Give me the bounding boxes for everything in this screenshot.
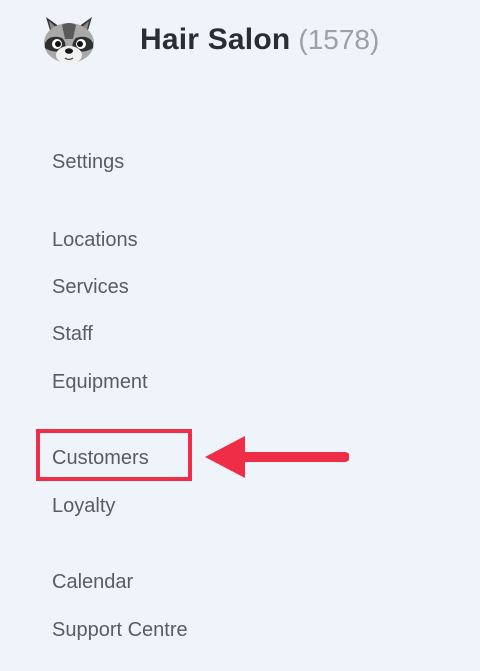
- customer-count: (1578): [298, 24, 380, 55]
- nav-item-calendar[interactable]: Calendar: [52, 570, 133, 594]
- arrow-left-icon: [205, 436, 349, 478]
- page-title: Hair Salon: [140, 23, 291, 56]
- header: Hair Salon (1578): [40, 12, 379, 68]
- raccoon-logo-icon[interactable]: [40, 13, 98, 67]
- nav-item-locations[interactable]: Locations: [52, 228, 138, 252]
- nav-item-loyalty[interactable]: Loyalty: [52, 494, 115, 518]
- customers-highlight-box: [36, 429, 192, 481]
- nav-item-staff[interactable]: Staff: [52, 322, 93, 346]
- nav-item-services[interactable]: Services: [52, 275, 129, 299]
- sidebar: Hair Salon (1578) Settings Locations Ser…: [0, 0, 480, 671]
- nav-item-support-centre[interactable]: Support Centre: [52, 618, 188, 642]
- nav-item-equipment[interactable]: Equipment: [52, 370, 148, 394]
- nav-item-settings[interactable]: Settings: [52, 150, 124, 174]
